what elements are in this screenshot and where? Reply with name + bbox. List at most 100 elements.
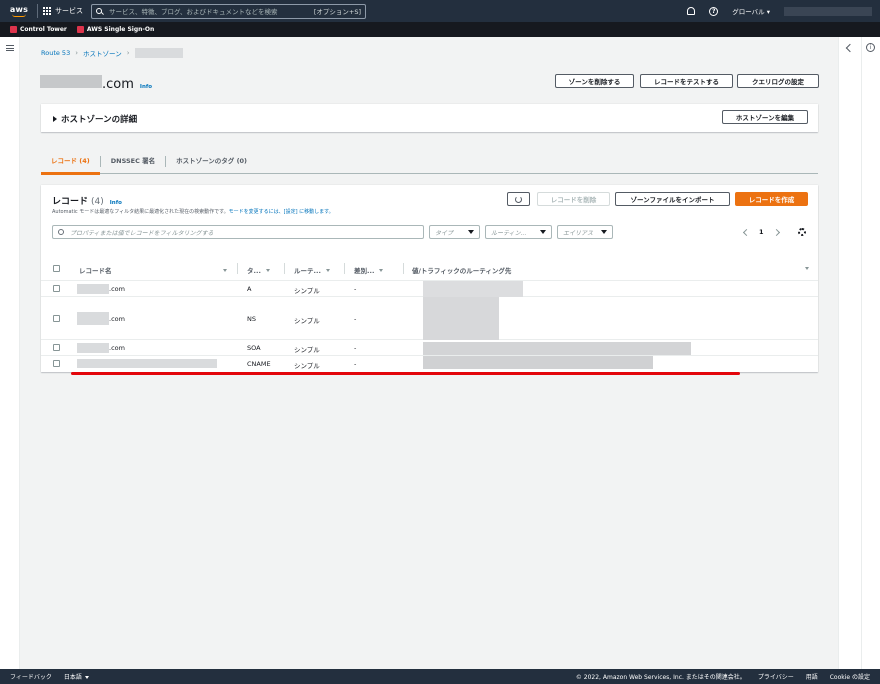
feedback-link[interactable]: フィードバック <box>10 672 52 681</box>
refresh-button[interactable] <box>507 192 530 206</box>
table-row[interactable]: .com A シンプル - <box>41 281 818 297</box>
column-header-routing[interactable]: ルーテ... <box>294 265 330 275</box>
tab-tags[interactable]: ホストゾーンのタグ (0) <box>166 149 257 174</box>
info-link[interactable]: Info <box>140 84 152 90</box>
next-page-icon[interactable] <box>772 228 780 236</box>
right-rail: i <box>838 37 880 669</box>
record-filter-input[interactable]: プロパティまたは値でレコードをフィルタリングする <box>52 225 424 239</box>
table-row[interactable]: .com SOA シンプル - <box>41 340 818 356</box>
routing-filter-select[interactable]: ルーティン... <box>485 225 552 239</box>
column-header-value[interactable]: 値/トラフィックのルーティング先 <box>412 265 511 275</box>
current-page-number[interactable]: 1 <box>759 228 764 236</box>
record-diff: - <box>354 344 357 352</box>
records-description: Automatic モードは最適なフィルタ結果に最適化された現在の検索動作です。… <box>52 208 334 215</box>
breadcrumb-hosted-zones[interactable]: ホストゾーン <box>83 48 122 58</box>
main-content: Route 53 › ホストゾーン › .com Info ゾーンを削除する レ… <box>20 37 838 669</box>
test-record-button[interactable]: レコードをテストする <box>640 74 733 88</box>
previous-page-icon[interactable] <box>742 228 751 236</box>
record-routing: シンプル <box>294 346 320 354</box>
search-shortcut: [オプション+S] <box>313 8 361 16</box>
grid-icon <box>43 7 51 15</box>
filter-placeholder: プロパティまたは値でレコードをフィルタリングする <box>70 229 214 237</box>
create-record-button[interactable]: レコードを作成 <box>735 192 808 206</box>
type-filter-select[interactable]: タイプ <box>429 225 480 239</box>
sso-icon <box>76 26 84 33</box>
account-menu-redacted[interactable] <box>784 6 872 16</box>
record-name: .com <box>109 315 125 323</box>
copyright-text: © 2022, Amazon Web Services, Inc. またはその関… <box>575 674 746 681</box>
column-header-name[interactable]: レコード名 <box>79 265 227 275</box>
cookie-settings-link[interactable]: Cookie の設定 <box>830 672 870 681</box>
alias-filter-select[interactable]: エイリアス <box>557 225 613 239</box>
caret-down-icon <box>84 676 89 679</box>
row-checkbox[interactable] <box>53 285 60 292</box>
rail-divider <box>861 37 862 669</box>
column-divider <box>403 263 404 274</box>
favorite-sso[interactable]: AWS Single Sign-On <box>76 26 154 33</box>
select-all-checkbox[interactable] <box>53 265 60 272</box>
record-diff: - <box>354 285 357 293</box>
query-logging-button[interactable]: クエリログの設定 <box>737 74 819 88</box>
records-title: レコード (4) Info <box>52 194 122 207</box>
details-expander[interactable]: ホストゾーンの詳細 <box>53 113 137 125</box>
column-divider <box>284 263 285 274</box>
record-routing: シンプル <box>294 287 320 295</box>
column-label: 値/トラフィックのルーティング先 <box>412 267 512 275</box>
column-header-type[interactable]: タ... <box>247 265 270 275</box>
record-value-redacted <box>423 356 653 369</box>
chevron-left-icon[interactable] <box>845 43 855 53</box>
favorite-control-tower[interactable]: Control Tower <box>10 26 67 33</box>
control-tower-icon <box>10 26 17 33</box>
breadcrumb-zone-redacted <box>134 48 183 58</box>
row-checkbox[interactable] <box>53 360 60 367</box>
record-value-redacted <box>423 342 691 355</box>
info-icon[interactable]: i <box>866 43 875 52</box>
region-label: グローバル <box>732 8 765 16</box>
table-row[interactable]: .com NS シンプル - <box>41 297 818 340</box>
delete-record-button[interactable]: レコードを削除 <box>537 192 610 206</box>
record-routing: シンプル <box>294 317 320 325</box>
record-name: .com <box>109 344 125 352</box>
table-row[interactable]: CNAME シンプル - <box>41 356 818 371</box>
aws-smile-icon <box>12 14 26 17</box>
records-info-link[interactable]: Info <box>110 200 122 206</box>
services-menu-button[interactable]: サービス <box>43 6 83 16</box>
table-header: レコード名 タ... ルーテ... 差別... 値/トラフィックのルーティング先 <box>41 257 818 281</box>
records-desc-text: Automatic モードは最適なフィルタ結果に最適化された現在の検索動作です。 <box>52 209 229 215</box>
gear-icon[interactable] <box>798 228 806 236</box>
row-checkbox[interactable] <box>53 315 60 322</box>
help-icon[interactable]: ? <box>709 6 719 16</box>
global-search-input[interactable]: サービス、特徴、ブログ、およびドキュメントなどを検索 [オプション+S] <box>91 3 366 19</box>
notification-bell-icon[interactable] <box>687 7 696 15</box>
row-checkbox[interactable] <box>53 344 60 351</box>
refresh-icon <box>515 195 522 203</box>
terms-link[interactable]: 用語 <box>806 672 818 681</box>
services-label: サービス <box>55 7 83 15</box>
aws-logo[interactable]: aws <box>6 0 32 22</box>
record-diff: - <box>354 360 357 368</box>
record-name: .com <box>109 285 125 293</box>
favorites-bar: Control Tower AWS Single Sign-On <box>0 22 880 37</box>
records-title-text: レコード <box>52 197 89 207</box>
records-mode-link[interactable]: モードを変更するには、[設定] に移動します。 <box>229 209 334 215</box>
delete-zone-button[interactable]: ゾーンを削除する <box>555 74 634 88</box>
type-filter-label: タイプ <box>435 229 454 237</box>
search-placeholder: サービス、特徴、ブログ、およびドキュメントなどを検索 <box>109 8 278 16</box>
page-title: .com <box>102 77 134 92</box>
language-selector[interactable]: 日本語 <box>64 672 89 681</box>
sort-icon[interactable] <box>805 267 809 270</box>
privacy-link[interactable]: プライバシー <box>758 672 794 681</box>
breadcrumb-route53[interactable]: Route 53 <box>41 49 70 57</box>
import-zone-file-button[interactable]: ゾーンファイルをインポート <box>615 192 730 206</box>
tab-bar: レコード (4) DNSSEC 署名 ホストゾーンのタグ (0) <box>41 149 818 175</box>
details-title: ホストゾーンの詳細 <box>61 115 138 125</box>
pagination: 1 <box>742 228 780 236</box>
sort-icon <box>223 268 227 272</box>
menu-icon[interactable] <box>6 45 14 51</box>
hosted-zone-details-panel: ホストゾーンの詳細 ホストゾーンを編集 <box>41 104 818 132</box>
edit-hosted-zone-button[interactable]: ホストゾーンを編集 <box>722 110 808 124</box>
tab-dnssec[interactable]: DNSSEC 署名 <box>101 149 165 174</box>
tab-records[interactable]: レコード (4) <box>41 149 100 175</box>
region-selector[interactable]: グローバル ▾ <box>732 6 770 16</box>
column-header-diff[interactable]: 差別... <box>354 265 384 275</box>
